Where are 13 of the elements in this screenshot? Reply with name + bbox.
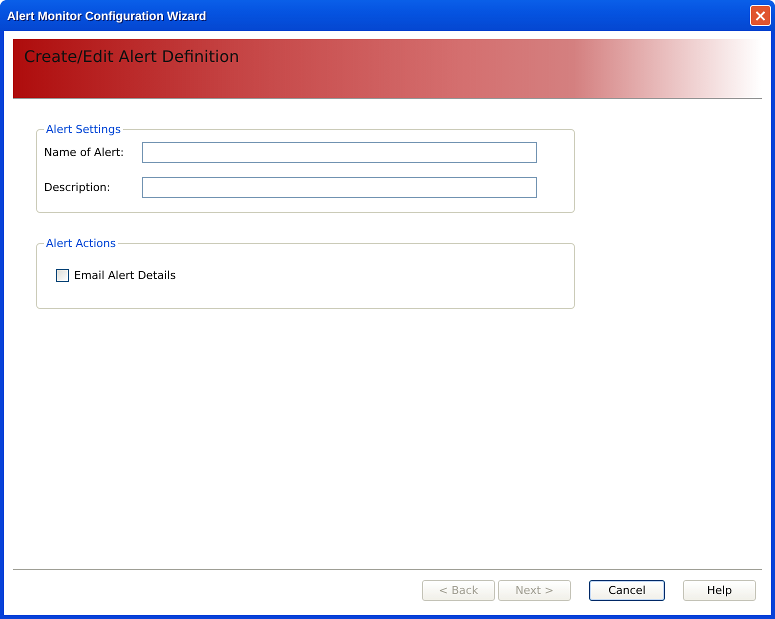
- group-title: Alert Settings: [45, 123, 122, 136]
- field-label: Name of Alert:: [44, 146, 125, 159]
- wizard-button[interactable]: Help: [683, 580, 756, 601]
- close-button[interactable]: ×: [750, 5, 771, 26]
- checkbox[interactable]: [56, 269, 69, 282]
- input-field[interactable]: [142, 177, 537, 198]
- window-title: Alert Monitor Configuration Wizard: [7, 8, 206, 22]
- wizard-button[interactable]: Cancel: [589, 580, 665, 601]
- input-field[interactable]: [142, 142, 537, 163]
- page-title: Create/Edit Alert Definition: [24, 47, 240, 66]
- group-title: Alert Actions: [45, 237, 117, 250]
- field-label: Description:: [44, 181, 112, 194]
- checkbox-label: Email Alert Details: [74, 269, 176, 282]
